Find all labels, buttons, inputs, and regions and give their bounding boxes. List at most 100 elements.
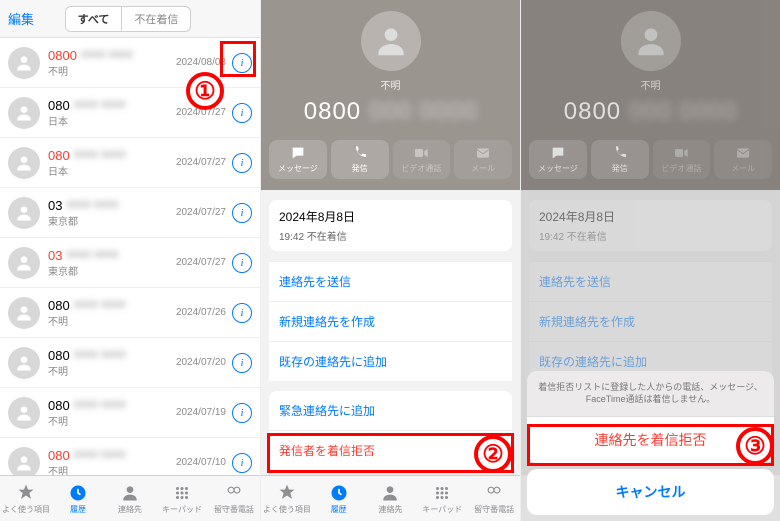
tab-icon xyxy=(484,483,504,503)
tab-1[interactable]: 履歴 xyxy=(52,476,104,521)
tab-label: キーパッド xyxy=(162,504,202,515)
call-date: 2024/07/26 xyxy=(176,307,226,318)
recents-row[interactable]: 0800000 0000不明2024/07/19 i xyxy=(0,388,260,438)
call-number: 0800000 0000 xyxy=(48,398,176,413)
recents-row[interactable]: 0800000 0000不明2024/07/20i xyxy=(0,338,260,388)
tab-icon xyxy=(16,483,36,503)
action-発信[interactable]: 発信 xyxy=(331,140,389,179)
call-number: 0800000 0000 xyxy=(48,448,176,463)
avatar xyxy=(8,447,40,479)
call-location: 不明 xyxy=(48,313,176,328)
opt-new-contact[interactable]: 新規連絡先を作成 xyxy=(269,301,512,341)
tab-label: キーパッド xyxy=(422,504,462,515)
action-label: メッセージ xyxy=(278,163,318,174)
action-icon xyxy=(413,145,429,161)
seg-all[interactable]: すべて xyxy=(66,7,122,31)
info-button[interactable]: i xyxy=(232,453,252,473)
contact-name: 不明 xyxy=(381,77,401,92)
avatar xyxy=(8,147,40,179)
action-メッセージ[interactable]: メッセージ xyxy=(269,140,327,179)
call-location: 日本 xyxy=(48,163,176,178)
tab-icon xyxy=(172,483,192,503)
tab-icon xyxy=(224,483,244,503)
call-date: 2024/07/20 xyxy=(176,357,226,368)
call-number: 0800000 0000 xyxy=(48,348,176,363)
info-button[interactable]: i xyxy=(232,203,252,223)
tab-4[interactable]: 留守番電話 xyxy=(208,476,260,521)
tab-2[interactable]: 連絡先 xyxy=(104,476,156,521)
tab-bar: よく使う項目履歴連絡先 キーパッド 留守番電話 xyxy=(261,475,520,521)
sheet-message: 着信拒否リストに登録した人からの電話、メッセージ、FaceTime通話は着信しま… xyxy=(527,371,774,416)
opt-add-contact[interactable]: 既存の連絡先に追加 xyxy=(269,341,512,381)
call-number: 0800000 0000 xyxy=(48,98,176,113)
call-location: 東京都 xyxy=(48,213,176,228)
recents-header: 編集 すべて 不在着信 xyxy=(0,0,260,38)
avatar xyxy=(8,397,40,429)
call-number: 030000 0000 xyxy=(48,248,176,263)
call-date: 2024/07/27 xyxy=(176,207,226,218)
callout-1: ① xyxy=(186,72,224,110)
tab-label: 連絡先 xyxy=(118,504,142,515)
tab-bar: よく使う項目 履歴 連絡先 キーパッド 留守番電話 xyxy=(0,475,260,521)
call-location: 不明 xyxy=(48,63,176,78)
tab-label: よく使う項目 xyxy=(2,504,50,515)
info-button[interactable]: i xyxy=(232,303,252,323)
call-location: 日本 xyxy=(48,113,176,128)
info-button[interactable]: i xyxy=(232,153,252,173)
recents-row[interactable]: 030000 0000東京都2024/07/27 i xyxy=(0,188,260,238)
sheet-cancel-button[interactable]: キャンセル xyxy=(527,469,774,515)
tab-icon xyxy=(277,483,297,503)
tab-3[interactable]: キーパッド xyxy=(416,476,468,521)
tab-0[interactable]: よく使う項目 xyxy=(0,476,52,521)
avatar xyxy=(8,197,40,229)
info-button[interactable]: i xyxy=(232,403,252,423)
call-time: 19:42 不在着信 xyxy=(279,228,502,243)
tab-label: 連絡先 xyxy=(378,504,402,515)
tab-icon xyxy=(432,483,452,503)
avatar xyxy=(8,247,40,279)
call-number: 0800000 0000 xyxy=(48,148,176,163)
action-label: ビデオ通話 xyxy=(401,163,441,174)
recents-list: 08000000 0000不明2024/08/08i0800000 0000日本… xyxy=(0,38,260,488)
action-label: メール xyxy=(471,163,495,174)
call-date: 2024/07/10 xyxy=(176,457,226,468)
call-number: 08000000 0000 xyxy=(48,48,176,63)
callout-box-1 xyxy=(220,41,256,77)
tab-label: 履歴 xyxy=(70,504,86,515)
action-メール: メール xyxy=(454,140,512,179)
call-date: 2024年8月8日 xyxy=(279,208,502,225)
tab-0[interactable]: よく使う項目 xyxy=(261,476,313,521)
tab-icon xyxy=(380,483,400,503)
tab-2[interactable]: 連絡先 xyxy=(365,476,417,521)
tab-icon xyxy=(329,483,349,503)
call-date: 2024/08/08 xyxy=(176,57,226,68)
info-button[interactable]: i xyxy=(232,353,252,373)
callout-3: ③ xyxy=(736,427,774,465)
tab-3[interactable]: キーパッド xyxy=(156,476,208,521)
call-location: 東京都 xyxy=(48,263,176,278)
tab-label: 留守番電話 xyxy=(474,504,514,515)
tab-label: 留守番電話 xyxy=(214,504,254,515)
recents-row[interactable]: 030000 0000東京都2024/07/27 i xyxy=(0,238,260,288)
call-number: 030000 0000 xyxy=(48,198,176,213)
call-date: 2024/07/27 xyxy=(176,257,226,268)
opt-emergency[interactable]: 緊急連絡先に追加 xyxy=(269,391,512,430)
info-button[interactable]: i xyxy=(232,103,252,123)
contact-header: 不明 0800000 0000 メッセージ発信ビデオ通話メール xyxy=(261,0,520,190)
tab-1[interactable]: 履歴 xyxy=(313,476,365,521)
call-log-card: 2024年8月8日 19:42 不在着信 xyxy=(269,200,512,251)
seg-missed[interactable]: 不在着信 xyxy=(121,7,190,31)
filter-segment[interactable]: すべて 不在着信 xyxy=(65,6,192,32)
block-sheet-panel: 不明 0800000 0000 メッセージ発信ビデオ通話メール 2024年8月8… xyxy=(520,0,780,521)
avatar xyxy=(8,97,40,129)
action-icon xyxy=(475,145,491,161)
recents-row[interactable]: 0800000 0000不明2024/07/26i xyxy=(0,288,260,338)
recents-row[interactable]: 0800000 0000日本2024/07/27i xyxy=(0,138,260,188)
opt-share[interactable]: 連絡先を送信 xyxy=(269,261,512,301)
call-location: 不明 xyxy=(48,413,176,428)
call-date: 2024/07/19 xyxy=(176,407,226,418)
edit-button[interactable]: 編集 xyxy=(8,9,34,28)
tab-4[interactable]: 留守番電話 xyxy=(468,476,520,521)
info-button[interactable]: i xyxy=(232,253,252,273)
callout-2: ② xyxy=(474,435,512,473)
